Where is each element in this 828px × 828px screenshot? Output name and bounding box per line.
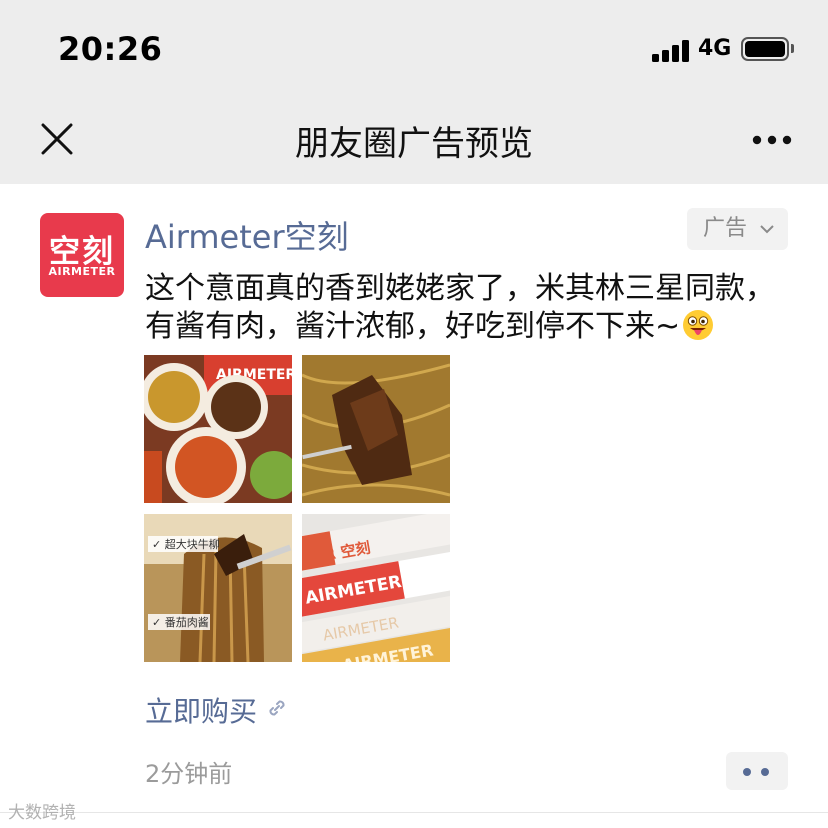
beef-pasta-photo [302, 355, 450, 503]
brand-name[interactable]: Airmeter空刻 [145, 212, 349, 258]
chevron-down-icon [760, 225, 774, 234]
tongue-out-emoji-icon [683, 310, 714, 340]
avatar[interactable]: 空刻 AIRMETER [40, 213, 124, 297]
svg-text:✓ 超大块牛柳: ✓ 超大块牛柳 [152, 537, 220, 551]
ad-tag-button[interactable]: 广告 [687, 208, 788, 250]
buy-now-link[interactable]: 立即购买 [145, 690, 257, 730]
top-bar: 20:26 4G 朋友圈广告预览 [0, 0, 828, 184]
action-dot-1 [743, 768, 751, 776]
divider [0, 812, 828, 813]
pasta-plates-photo: AIRMETER [144, 355, 292, 503]
pasta-fork-photo: ✓ 超大块牛柳 ✓ 番茄肉酱 [144, 514, 292, 662]
link-icon [269, 700, 285, 716]
comment-like-button[interactable] [726, 752, 788, 790]
battery-icon [741, 37, 789, 61]
post-timestamp: 2分钟前 [145, 760, 233, 788]
more-button[interactable] [748, 128, 796, 152]
network-label: 4G [698, 36, 732, 61]
ad-image-2[interactable] [302, 355, 450, 503]
signal-icon [652, 40, 690, 62]
page-title: 朋友圈广告预览 [295, 124, 533, 164]
action-dot-2 [761, 768, 769, 776]
avatar-logo-subtext: AIRMETER [48, 265, 116, 278]
more-dots-icon [752, 135, 792, 145]
ad-image-3[interactable]: ✓ 超大块牛柳 ✓ 番茄肉酱 [144, 514, 292, 662]
watermark: 大数跨境 [8, 803, 76, 823]
svg-text:✓ 番茄肉酱: ✓ 番茄肉酱 [152, 615, 209, 629]
battery-tip [791, 44, 794, 53]
ad-image-4[interactable]: TER 空刻 AIRMETER AIRMETER AIRMETER [302, 514, 450, 662]
post-text-line-1: 这个意面真的香到姥姥家了，米其林三星同款， [145, 271, 775, 306]
post-text: 这个意面真的香到姥姥家了，米其林三星同款， 有酱有肉，酱汁浓郁，好吃到停不下来~ [145, 270, 805, 346]
ad-tag-label: 广告 [703, 216, 748, 241]
post-text-line-2: 有酱有肉，酱汁浓郁，好吃到停不下来~ [145, 309, 681, 344]
ad-image-1[interactable]: AIRMETER [144, 355, 292, 503]
product-boxes-photo: TER 空刻 AIRMETER AIRMETER AIRMETER [302, 514, 450, 662]
status-time: 20:26 [58, 30, 163, 68]
